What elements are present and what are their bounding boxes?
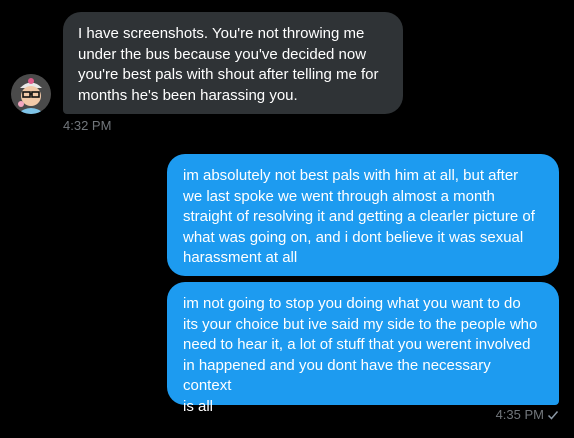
incoming-timestamp: 4:32 PM <box>63 118 112 133</box>
sender-avatar[interactable] <box>11 74 51 114</box>
outgoing-message-bubble[interactable]: im absolutely not best pals with him at … <box>167 154 559 276</box>
message-thread: I have screenshots. You're not throwing … <box>0 0 574 438</box>
outgoing-timestamp: 4:35 PM <box>495 407 544 422</box>
outgoing-timestamp-row: 4:35 PM <box>496 407 559 422</box>
incoming-message-bubble[interactable]: I have screenshots. You're not throwing … <box>63 12 403 114</box>
outgoing-message-bubble[interactable]: im not going to stop you doing what you … <box>167 282 559 415</box>
checkmark-icon <box>547 410 559 420</box>
cartoon-avatar-icon <box>11 74 51 114</box>
